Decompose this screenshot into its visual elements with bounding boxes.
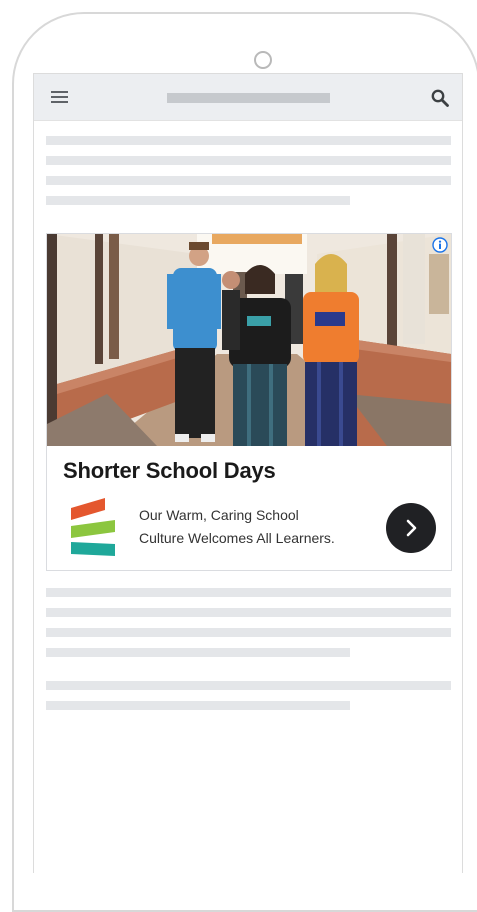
camera-icon	[254, 51, 272, 69]
info-icon[interactable]	[432, 237, 448, 253]
ad-body-text: Our Warm, Caring School Culture Welcomes…	[139, 504, 375, 550]
hamburger-menu-icon[interactable]	[51, 91, 68, 103]
ad-photo[interactable]	[47, 234, 451, 446]
text-placeholder-line	[46, 608, 451, 617]
search-icon[interactable]	[430, 88, 450, 108]
ad-headline[interactable]: Shorter School Days	[63, 458, 276, 484]
text-placeholder-line	[46, 156, 451, 165]
chevron-right-icon	[406, 519, 417, 537]
cta-button[interactable]	[386, 503, 436, 553]
ad-body-line: Culture Welcomes All Learners.	[139, 530, 335, 546]
text-placeholder-line	[46, 648, 350, 657]
text-placeholder-line	[46, 701, 350, 710]
ad-card[interactable]: Shorter School Days Our Warm, Caring Sch…	[46, 233, 452, 571]
title-placeholder	[167, 93, 330, 103]
text-placeholder-line	[46, 176, 451, 185]
text-placeholder-line	[46, 136, 451, 145]
top-bar	[34, 74, 462, 121]
ad-body-line: Our Warm, Caring School	[139, 507, 299, 523]
text-placeholder-line	[46, 628, 451, 637]
text-placeholder-line	[46, 681, 451, 690]
text-placeholder-line	[46, 588, 451, 597]
school-logo-icon	[71, 498, 115, 556]
text-placeholder-line	[46, 196, 350, 205]
